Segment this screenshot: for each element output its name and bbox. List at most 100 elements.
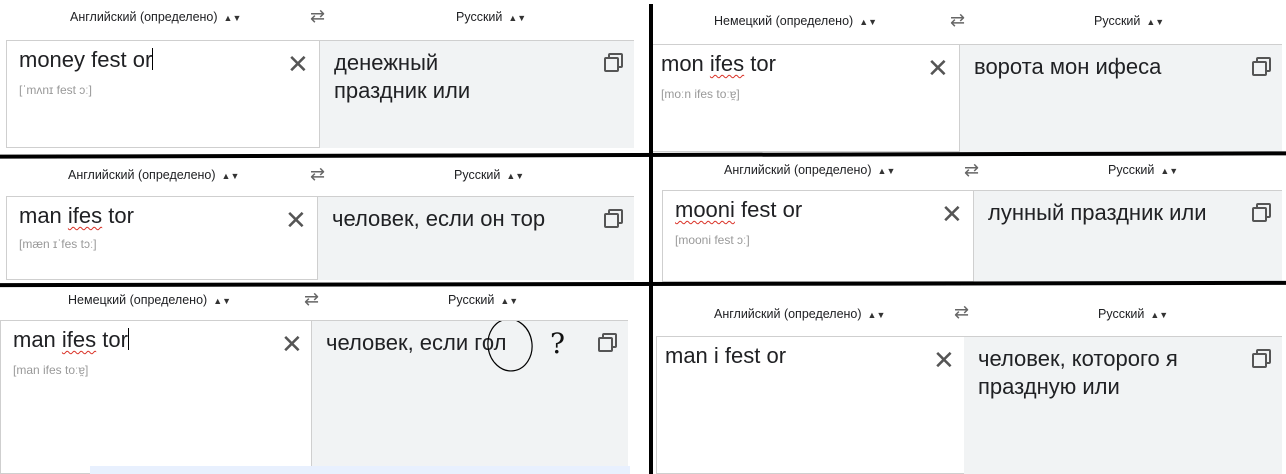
window-strip bbox=[90, 466, 630, 474]
translator-panel-4: Английский (определено) ▲▼ ⇄ Русский ▲▼ mo… bbox=[662, 158, 1282, 282]
sort-caret-icon: ▲▼ bbox=[1150, 310, 1169, 320]
translator-panel-3: Английский (определено) ▲▼ ⇄ Русский ▲▼ ma… bbox=[4, 158, 634, 280]
source-language-label: Английский (определено) bbox=[68, 168, 216, 182]
vertical-divider bbox=[649, 4, 653, 474]
swap-arrows-icon[interactable]: ⇄ bbox=[964, 160, 979, 181]
copy-icon[interactable] bbox=[1252, 203, 1271, 222]
source-language-select[interactable]: Английский (определено) ▲▼ bbox=[70, 10, 241, 24]
translation-text: человек, которого я праздную или bbox=[978, 346, 1178, 399]
source-text-area[interactable]: money fest or [ˈmʌnɪ fest ɔː] ✕ bbox=[6, 40, 320, 148]
copy-icon[interactable] bbox=[604, 53, 623, 72]
source-text-area[interactable]: man ifes tor [mæn ɪˈfes tɔː] ✕ bbox=[6, 196, 318, 280]
sort-caret-icon: ▲▼ bbox=[867, 310, 886, 320]
source-language-label: Немецкий (определено) bbox=[714, 14, 854, 28]
source-text[interactable]: man ifes tor bbox=[19, 203, 134, 229]
translator-panel-1: Английский (определено) ▲▼ ⇄ Русский ▲▼ mo… bbox=[4, 0, 634, 148]
swap-arrows-icon[interactable]: ⇄ bbox=[304, 289, 319, 310]
sort-caret-icon: ▲▼ bbox=[221, 171, 240, 181]
swap-arrows-icon[interactable]: ⇄ bbox=[310, 6, 325, 27]
language-bar: Английский (определено) ▲▼ ⇄ Русский ▲▼ bbox=[652, 292, 1286, 328]
translation-area: человек, если он тор bbox=[318, 196, 634, 280]
source-language-select[interactable]: Немецкий (определено) ▲▼ bbox=[714, 14, 877, 28]
hand-drawn-question-mark: ? bbox=[550, 327, 566, 360]
sort-caret-icon: ▲▼ bbox=[508, 13, 527, 23]
text-cursor bbox=[127, 328, 129, 350]
copy-icon[interactable] bbox=[598, 333, 617, 352]
language-bar: Немецкий (определено) ▲▼ ⇄ Русский ▲▼ bbox=[652, 4, 1282, 40]
close-icon[interactable]: ✕ bbox=[281, 331, 303, 357]
translation-area: ворота мон ифеса bbox=[960, 44, 1282, 152]
source-text[interactable]: mooni fest or bbox=[675, 197, 802, 223]
target-language-select[interactable]: Русский ▲▼ bbox=[1094, 14, 1164, 28]
translation-text: денежный праздник или bbox=[334, 50, 471, 103]
translation-area: лунный праздник или bbox=[974, 190, 1282, 282]
source-language-label: Английский (определено) bbox=[70, 10, 218, 24]
language-bar: Немецкий (определено) ▲▼ ⇄ Русский ▲▼ bbox=[0, 286, 628, 322]
copy-icon[interactable] bbox=[1252, 349, 1271, 368]
target-language-label: Русский bbox=[1094, 14, 1141, 28]
transliteration: [man ifes toːɐ̯] bbox=[13, 363, 89, 377]
target-language-select[interactable]: Русский ▲▼ bbox=[454, 168, 524, 182]
close-icon[interactable]: ✕ bbox=[933, 347, 955, 373]
target-language-label: Русский bbox=[1098, 307, 1145, 321]
target-language-label: Русский bbox=[454, 168, 501, 182]
source-language-label: Английский (определено) bbox=[714, 307, 862, 321]
transliteration: [moːn ifes toːɐ̯] bbox=[661, 87, 740, 101]
sort-caret-icon: ▲▼ bbox=[500, 296, 519, 306]
source-language-select[interactable]: Английский (определено) ▲▼ bbox=[724, 163, 895, 177]
transliteration: [ˈmʌnɪ fest ɔː] bbox=[19, 83, 92, 97]
target-language-label: Русский bbox=[1108, 163, 1155, 177]
target-language-select[interactable]: Русский ▲▼ bbox=[456, 10, 526, 24]
sort-caret-icon: ▲▼ bbox=[877, 166, 896, 176]
sort-caret-icon: ▲▼ bbox=[223, 13, 242, 23]
translation-text: лунный праздник или bbox=[988, 200, 1207, 225]
source-text-area[interactable]: mon ifes tor [moːn ifes toːɐ̯] ✕ bbox=[652, 44, 960, 152]
text-cursor bbox=[152, 48, 154, 70]
source-text[interactable]: man i fest or bbox=[665, 343, 786, 369]
sort-caret-icon: ▲▼ bbox=[1146, 17, 1165, 27]
source-language-select[interactable]: Немецкий (определено) ▲▼ bbox=[68, 293, 231, 307]
source-language-select[interactable]: Английский (определено) ▲▼ bbox=[68, 168, 239, 182]
transliteration: [mooni fest ɔː] bbox=[675, 233, 750, 247]
source-text-area[interactable]: man ifes tor [man ifes toːɐ̯] ✕ bbox=[0, 320, 312, 474]
target-language-select[interactable]: Русский ▲▼ bbox=[1098, 307, 1168, 321]
source-text[interactable]: man ifes tor bbox=[13, 327, 129, 353]
swap-arrows-icon[interactable]: ⇄ bbox=[950, 10, 965, 31]
translator-panel-5: Немецкий (определено) ▲▼ ⇄ Русский ▲▼ man … bbox=[0, 286, 628, 474]
source-text-area[interactable]: man i fest or ✕ bbox=[656, 336, 966, 474]
close-icon[interactable]: ✕ bbox=[927, 55, 949, 81]
translation-area: денежный праздник или bbox=[320, 40, 634, 148]
target-language-label: Русский bbox=[448, 293, 495, 307]
close-icon[interactable]: ✕ bbox=[285, 207, 307, 233]
sort-caret-icon: ▲▼ bbox=[506, 171, 525, 181]
close-icon[interactable]: ✕ bbox=[287, 51, 309, 77]
source-text[interactable]: money fest or bbox=[19, 47, 154, 73]
target-language-label: Русский bbox=[456, 10, 503, 24]
close-icon[interactable]: ✕ bbox=[941, 201, 963, 227]
swap-arrows-icon[interactable]: ⇄ bbox=[310, 164, 325, 185]
source-language-label: Английский (определено) bbox=[724, 163, 872, 177]
horizontal-divider-bottom bbox=[0, 280, 1286, 288]
target-language-select[interactable]: Русский ▲▼ bbox=[1108, 163, 1178, 177]
source-language-label: Немецкий (определено) bbox=[68, 293, 208, 307]
language-bar: Английский (определено) ▲▼ ⇄ Русский ▲▼ bbox=[4, 158, 634, 194]
copy-icon[interactable] bbox=[1252, 57, 1271, 76]
source-text-area[interactable]: mooni fest or [mooni fest ɔː] ✕ bbox=[662, 190, 974, 282]
source-text[interactable]: mon ifes tor bbox=[661, 51, 776, 77]
translation-area: человек, если гол ? bbox=[312, 320, 628, 474]
translator-panel-6: Английский (определено) ▲▼ ⇄ Русский ▲▼ ma… bbox=[652, 292, 1286, 474]
translation-text: человек, если он тор bbox=[332, 206, 546, 231]
copy-icon[interactable] bbox=[604, 209, 623, 228]
transliteration: [mæn ɪˈfes tɔː] bbox=[19, 237, 97, 251]
translation-text: ворота мон ифеса bbox=[974, 54, 1162, 79]
translator-panel-2: Немецкий (определено) ▲▼ ⇄ Русский ▲▼ mon … bbox=[652, 4, 1282, 152]
source-language-select[interactable]: Английский (определено) ▲▼ bbox=[714, 307, 885, 321]
language-bar: Английский (определено) ▲▼ ⇄ Русский ▲▼ bbox=[662, 158, 1282, 190]
language-bar: Английский (определено) ▲▼ ⇄ Русский ▲▼ bbox=[4, 0, 634, 36]
sort-caret-icon: ▲▼ bbox=[213, 296, 232, 306]
translation-area: человек, которого я праздную или bbox=[964, 336, 1282, 474]
sort-caret-icon: ▲▼ bbox=[859, 17, 878, 27]
swap-arrows-icon[interactable]: ⇄ bbox=[954, 302, 969, 323]
sort-caret-icon: ▲▼ bbox=[1160, 166, 1179, 176]
target-language-select[interactable]: Русский ▲▼ bbox=[448, 293, 518, 307]
